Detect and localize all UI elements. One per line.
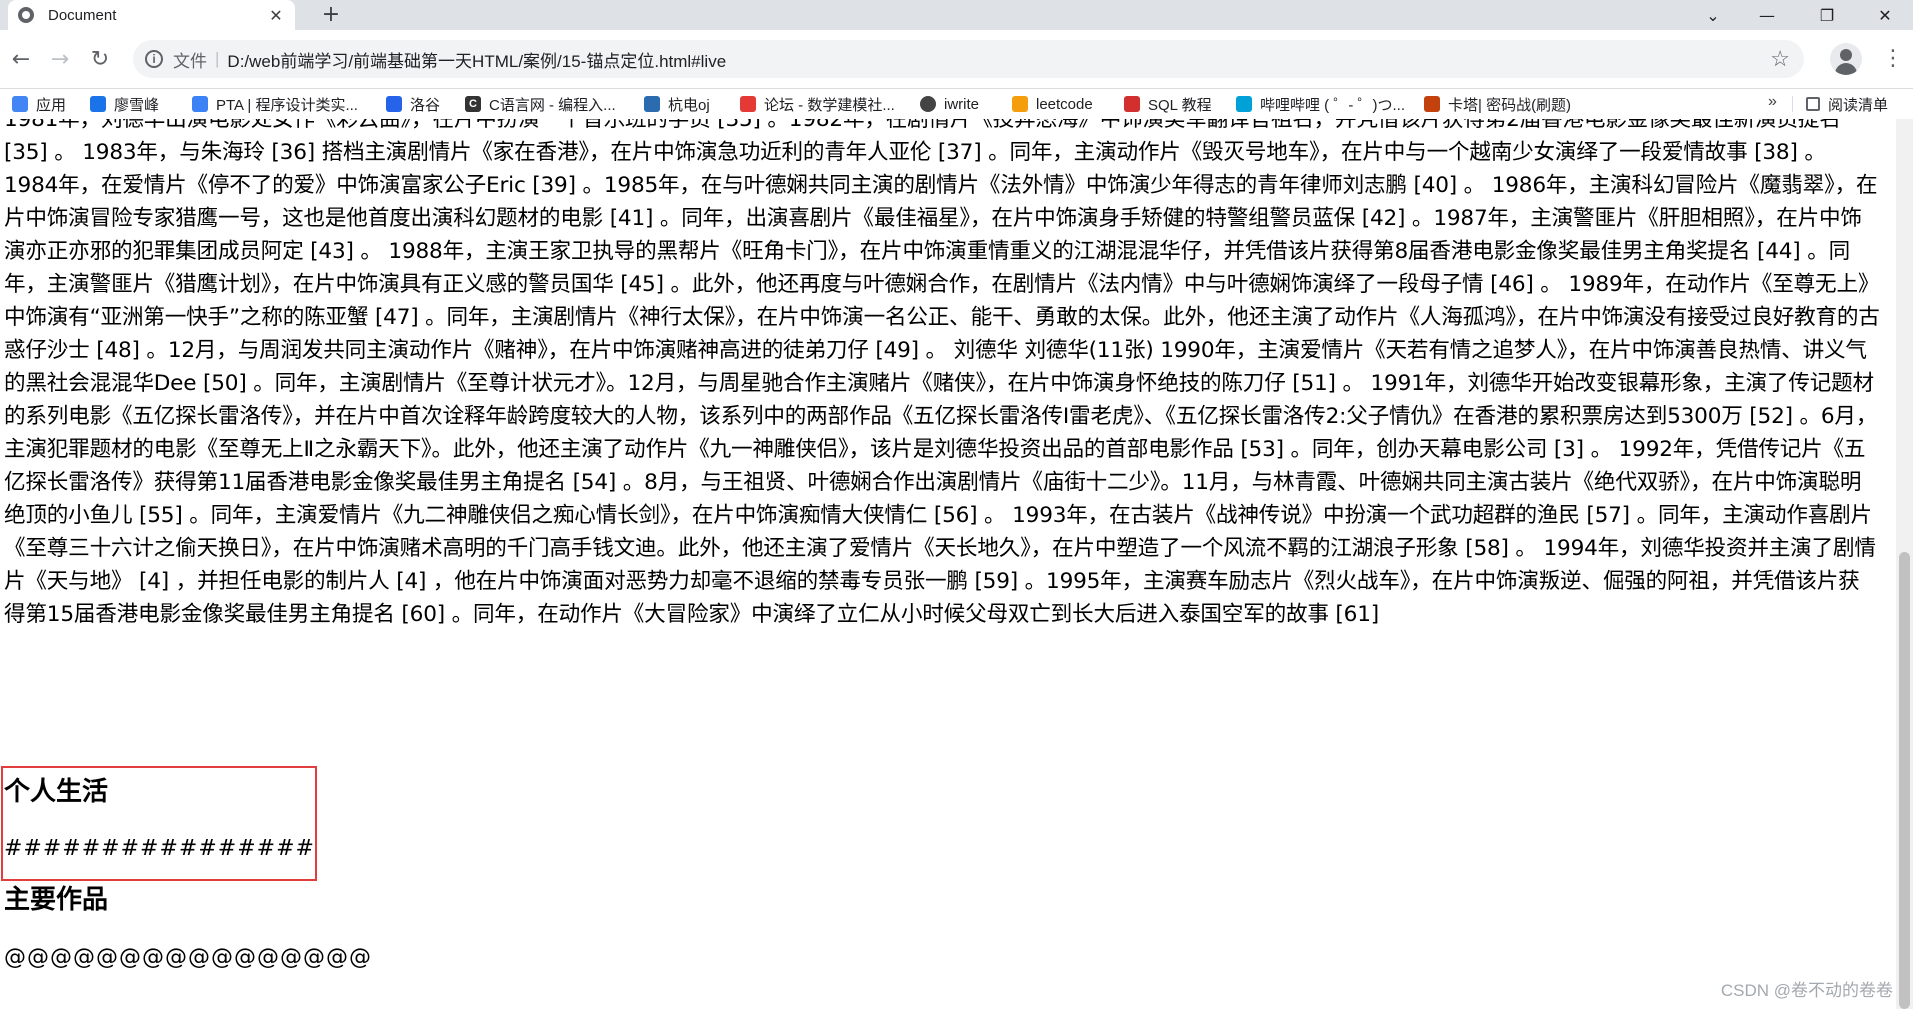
browser-tab[interactable]: Document ✕ (8, 0, 295, 30)
bookmark-forum[interactable]: 论坛 - 数学建模社... (740, 89, 895, 119)
watermark-text: CSDN @卷不动的卷卷 (1720, 981, 1893, 1000)
bookmark-iwrite[interactable]: iwrite (920, 89, 979, 119)
reading-list-label: 阅读清单 (1828, 96, 1889, 114)
info-icon[interactable]: i (145, 50, 163, 68)
bookmark-label: 应用 (36, 96, 67, 114)
page-viewport: 1981年，刘德华出演电影处女作《彩云曲》，在片中扮演一个音乐班的学员 [35]… (0, 119, 1896, 1009)
tab-title: Document (48, 6, 117, 24)
bookmarks-bar: 应用 廖雪峰 PTA | 程序设计类实... 洛谷 C C语言网 - 编程入..… (0, 89, 1913, 119)
bookmark-luogu[interactable]: 洛谷 (386, 89, 440, 119)
bookmark-pta[interactable]: PTA | 程序设计类实... (192, 89, 358, 119)
globe-icon (920, 96, 936, 112)
bookmark-sql[interactable]: SQL 教程 (1124, 89, 1212, 119)
reading-list-button[interactable]: 阅读清单 (1806, 89, 1888, 119)
section-heading-main-works: 主要作品 (4, 885, 109, 915)
bookmark-dotcpp[interactable]: C C语言网 - 编程入... (465, 89, 616, 119)
section-text-main-works: @@@@@@@@@@@@@@@@ (4, 945, 372, 970)
bookmark-leetcode[interactable]: leetcode (1012, 89, 1093, 119)
tab-strip: Document ✕ + ⌄ — ❐ ✕ (0, 0, 1913, 30)
c-icon: C (465, 96, 481, 112)
leetcode-icon (1012, 96, 1028, 112)
bookmark-label: 论坛 - 数学建模社... (764, 96, 895, 114)
more-bookmarks-icon[interactable]: » (1768, 93, 1777, 111)
close-window-button[interactable]: ✕ (1862, 0, 1908, 30)
browser-toolbar: ← → ↻ i 文件 | D:/web前端学习/前端基础第一天HTML/案例/1… (0, 30, 1913, 89)
back-button[interactable]: ← (6, 44, 36, 74)
bookmark-label: C语言网 - 编程入... (489, 96, 616, 114)
profile-avatar[interactable] (1830, 43, 1862, 75)
tab-search-icon[interactable]: ⌄ (1690, 0, 1736, 30)
bookmark-codewars[interactable]: 卡塔| 密码战(刷题) (1424, 89, 1571, 119)
bookmark-label: 杭电oj (668, 96, 710, 114)
close-tab-icon[interactable]: ✕ (267, 6, 285, 25)
bird-icon (90, 96, 106, 112)
career-paragraph: 1981年，刘德华出演电影处女作《彩云曲》，在片中扮演一个音乐班的学员 [35]… (4, 119, 1880, 627)
menu-icon[interactable]: ⋮ (1882, 42, 1904, 76)
globe-icon (18, 7, 34, 23)
bookmark-label: iwrite (944, 95, 980, 113)
bookmark-bilibili[interactable]: 哔哩哔哩 ( ゜- ゜)つ... (1236, 89, 1405, 119)
bookmark-label: SQL 教程 (1148, 96, 1212, 114)
forward-button[interactable]: → (45, 44, 75, 74)
bookmarks-divider (1792, 96, 1793, 112)
scrollbar-thumb[interactable] (1899, 552, 1910, 1009)
vertical-scrollbar[interactable] (1896, 119, 1913, 1009)
url-text[interactable]: D:/web前端学习/前端基础第一天HTML/案例/15-锚点定位.html#l… (227, 47, 726, 72)
codewars-icon (1424, 96, 1440, 112)
address-bar[interactable]: i 文件 | D:/web前端学习/前端基础第一天HTML/案例/15-锚点定位… (133, 40, 1804, 78)
bookmark-label: 廖雪峰 (114, 96, 160, 114)
scheme-label: 文件 (173, 51, 207, 71)
new-tab-button[interactable]: + (318, 2, 344, 27)
forum-icon (740, 96, 756, 112)
minimize-button[interactable]: — (1744, 0, 1790, 30)
grid-icon (12, 96, 28, 112)
hdu-icon (644, 96, 660, 112)
maximize-button[interactable]: ❐ (1804, 0, 1850, 30)
bookmark-label: 哔哩哔哩 ( ゜- ゜)つ... (1260, 96, 1405, 114)
bookmark-apps[interactable]: 应用 (12, 89, 66, 119)
bookmark-hdu[interactable]: 杭电oj (644, 89, 710, 119)
scheme-separator: | (215, 49, 220, 68)
sql-icon (1124, 96, 1140, 112)
bookmark-label: 卡塔| 密码战(刷题) (1448, 96, 1572, 114)
reload-button[interactable]: ↻ (85, 44, 115, 74)
reading-list-icon (1806, 97, 1820, 111)
luogu-icon (386, 96, 402, 112)
bilibili-icon (1236, 96, 1252, 112)
bookmark-label: PTA | 程序设计类实... (216, 96, 358, 114)
bookmark-star-icon[interactable]: ☆ (1770, 46, 1790, 72)
section-heading-personal-life: 个人生活 (4, 777, 109, 807)
pta-icon (192, 96, 208, 112)
bookmark-label: 洛谷 (410, 96, 441, 114)
bookmark-liaoxuefeng[interactable]: 廖雪峰 (90, 89, 159, 119)
section-text-personal-life: ################ (4, 836, 315, 861)
bookmark-label: leetcode (1036, 95, 1093, 113)
